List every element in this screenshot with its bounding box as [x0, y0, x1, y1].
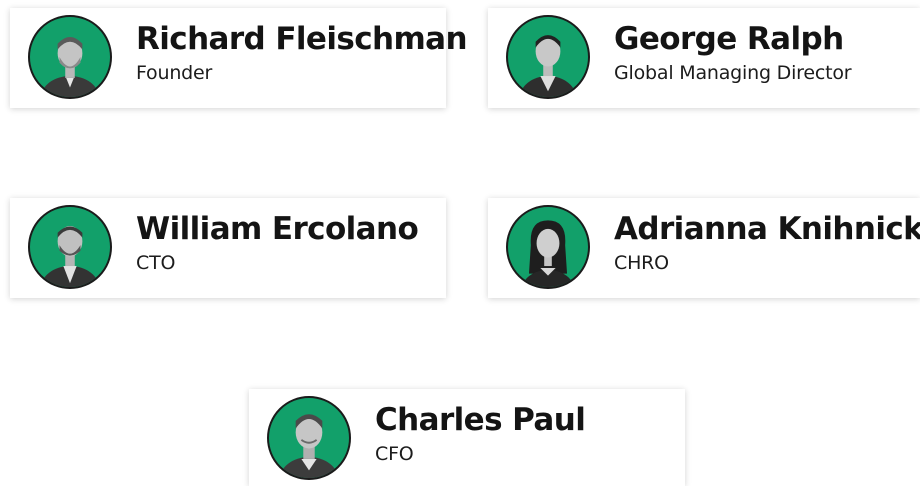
person-photo-icon — [519, 35, 577, 97]
avatar — [28, 205, 112, 289]
person-name: Richard Fleischman — [136, 21, 468, 57]
avatar — [506, 205, 590, 289]
team-card-richard-fleischman: Richard Fleischman Founder — [10, 8, 468, 108]
person-photo-icon — [40, 226, 100, 287]
person-title: CFO — [375, 443, 414, 465]
team-card-adrianna-knihnicky: Adrianna Knihnicky CHRO — [488, 198, 920, 298]
person-title: Global Managing Director — [614, 62, 852, 84]
avatar — [267, 396, 351, 480]
avatar — [506, 15, 590, 99]
person-name: William Ercolano — [136, 211, 419, 247]
person-name: Charles Paul — [375, 402, 586, 438]
person-title: CTO — [136, 252, 176, 274]
person-name: Adrianna Knihnicky — [614, 211, 920, 247]
person-name: George Ralph — [614, 21, 844, 57]
team-card-charles-paul: Charles Paul CFO — [249, 389, 685, 486]
person-photo-icon — [41, 37, 99, 97]
avatar — [28, 15, 112, 99]
team-card-william-ercolano: William Ercolano CTO — [10, 198, 446, 298]
person-photo-icon — [279, 414, 339, 478]
person-title: CHRO — [614, 252, 669, 274]
person-photo-icon — [521, 220, 575, 287]
person-title: Founder — [136, 62, 213, 84]
team-card-george-ralph: George Ralph Global Managing Director — [488, 8, 920, 108]
